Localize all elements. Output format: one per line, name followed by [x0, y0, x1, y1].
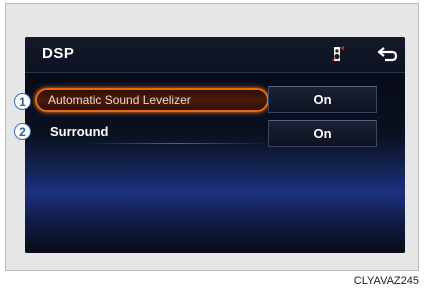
callout-2: 2: [14, 123, 31, 140]
callout-1: 1: [14, 93, 31, 110]
back-arrow-icon[interactable]: [377, 45, 399, 63]
page: DSP Automatic Sound Levelizer On Surroun…: [0, 0, 425, 292]
surround-on-button[interactable]: On: [268, 120, 377, 147]
row-divider: [85, 143, 268, 144]
dsp-screen: DSP Automatic Sound Levelizer On Surroun…: [25, 37, 405, 253]
header-bar: DSP: [25, 37, 405, 73]
page-title: DSP: [42, 45, 75, 62]
figure-code: CLYAVAZ245: [353, 275, 419, 287]
automatic-sound-levelizer-label[interactable]: Automatic Sound Levelizer: [48, 93, 191, 107]
speaker-setting-icon[interactable]: [331, 45, 345, 63]
automatic-sound-levelizer-on-button[interactable]: On: [268, 86, 377, 113]
surround-label[interactable]: Surround: [50, 124, 109, 139]
